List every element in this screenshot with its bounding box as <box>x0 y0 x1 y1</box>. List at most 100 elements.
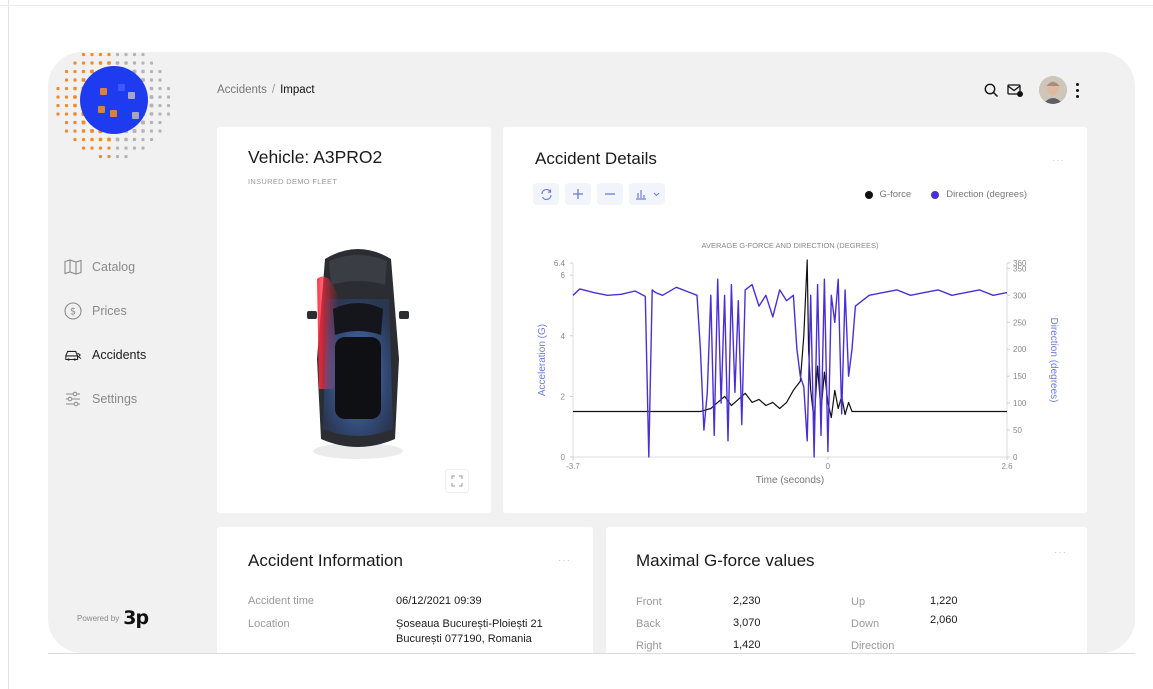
logo-dot <box>158 78 162 82</box>
logo-dot <box>158 103 162 108</box>
gforce-label: Front <box>636 596 662 608</box>
breadcrumb-parent[interactable]: Accidents <box>217 84 267 96</box>
info-label: Accident time <box>248 595 315 607</box>
logo-dot <box>81 52 86 57</box>
breadcrumb-separator: / <box>271 84 276 96</box>
gforce-value: 2,060 <box>930 614 958 626</box>
logo-dot <box>73 69 77 74</box>
logo-dot <box>56 86 60 91</box>
gforce-value: 3,070 <box>733 617 761 629</box>
card-menu-icon[interactable]: ··· <box>1054 547 1067 558</box>
logo-dot <box>149 112 154 116</box>
logo-dot <box>64 78 69 82</box>
gforce-label: Down <box>851 618 880 630</box>
logo-dot <box>107 61 111 65</box>
y-tick-label: 6 <box>561 271 566 280</box>
logo-dot <box>149 69 154 74</box>
logo-dot <box>166 86 171 91</box>
outer-top-rule <box>0 5 1153 6</box>
sidebar-item-accidents[interactable]: Accidents <box>64 344 146 366</box>
avatar[interactable] <box>1039 76 1067 104</box>
logo-dot <box>90 61 94 65</box>
gforce-title: Maximal G-force values <box>636 551 815 570</box>
sidebar-item-catalog[interactable]: Catalog <box>64 256 146 278</box>
logo-dot <box>100 88 107 95</box>
gforce-series-line <box>573 259 1007 422</box>
logo-dot <box>124 52 128 57</box>
logo-dot <box>115 154 120 159</box>
logo-dot <box>149 103 154 108</box>
x-tick-label: -3.7 <box>566 462 580 471</box>
logo-dot <box>64 86 69 91</box>
logo-dot <box>128 92 135 99</box>
direction-series-line <box>572 278 1008 458</box>
gforce-label: Up <box>851 596 866 608</box>
dollar-circle-icon: $ <box>64 302 82 320</box>
y2-tick-label: 0 <box>1013 453 1018 462</box>
map-icon <box>64 258 82 276</box>
logo-dot <box>98 106 105 113</box>
x-axis-label: Time (seconds) <box>756 475 825 486</box>
logo-dot <box>90 146 94 150</box>
logo-dot <box>132 137 137 142</box>
logo-dot <box>98 137 103 142</box>
header-actions <box>977 76 1081 104</box>
breadcrumb-current: Impact <box>280 84 315 96</box>
logo-dot <box>98 61 103 65</box>
logo-dot <box>81 78 86 82</box>
max-gforce-card: Maximal G-force values ··· Front 2,230 B… <box>606 527 1087 653</box>
y2-tick-label: 300 <box>1013 291 1027 300</box>
sidebar-item-settings[interactable]: Settings <box>64 388 146 410</box>
logo-dot <box>90 52 94 57</box>
accident-details-card: Accident Details ··· G-force Direction (… <box>503 127 1087 513</box>
logo-dot <box>132 129 137 133</box>
mail-notification-icon[interactable] <box>1005 80 1025 100</box>
expand-icon[interactable] <box>445 469 469 493</box>
sidebar-item-label: Prices <box>92 304 127 318</box>
logo-dot <box>90 69 94 74</box>
logo-dot <box>149 129 154 133</box>
info-label: Location <box>248 618 290 630</box>
logo-dot <box>73 120 77 125</box>
card-menu-icon[interactable]: ··· <box>558 555 571 566</box>
logo-dot <box>107 154 111 159</box>
logo-dot <box>115 52 120 57</box>
logo-core <box>80 66 148 134</box>
logo-dot <box>141 61 145 65</box>
x-tick-label: 0 <box>826 462 831 471</box>
logo-dot <box>149 120 154 125</box>
logo-dot <box>81 146 86 150</box>
more-menu-icon[interactable] <box>1073 82 1081 98</box>
y-tick-label: 2 <box>561 392 566 401</box>
logo-dot <box>124 146 128 150</box>
logo-dot <box>149 61 154 65</box>
logo-dot <box>81 129 86 133</box>
logo-dot <box>56 95 60 99</box>
powered-by: Powered by 3p <box>77 607 149 629</box>
y2-tick-label: 250 <box>1013 318 1027 327</box>
y2-tick-label: 150 <box>1013 372 1027 381</box>
logo-dot <box>107 52 111 57</box>
sidebar-item-prices[interactable]: $ Prices <box>64 300 146 322</box>
sidebar-item-label: Catalog <box>92 260 136 274</box>
app-shell: Catalog $ Prices Accidents Settings Powe… <box>48 52 1135 653</box>
logo-dot <box>90 137 94 142</box>
sliders-icon <box>64 390 82 408</box>
brand-mark[interactable]: 3p <box>123 607 149 629</box>
logo-dot <box>98 52 103 57</box>
logo-dot <box>166 95 171 99</box>
brand-logo-icon <box>56 52 171 159</box>
logo-dot <box>81 137 86 142</box>
logo-dot <box>132 61 137 65</box>
logo-dot <box>132 146 137 150</box>
logo-dot <box>81 69 86 74</box>
logo-dot <box>141 137 145 142</box>
logo-dot <box>56 103 60 108</box>
sidebar-item-label: Accidents <box>92 348 147 362</box>
vehicle-title: Vehicle: A3PRO2 <box>248 147 383 167</box>
search-icon[interactable] <box>981 80 1001 100</box>
logo-dot <box>118 84 125 91</box>
y-tick-label: 0 <box>561 453 566 462</box>
logo-dot <box>64 129 69 133</box>
logo-dot <box>73 86 77 91</box>
